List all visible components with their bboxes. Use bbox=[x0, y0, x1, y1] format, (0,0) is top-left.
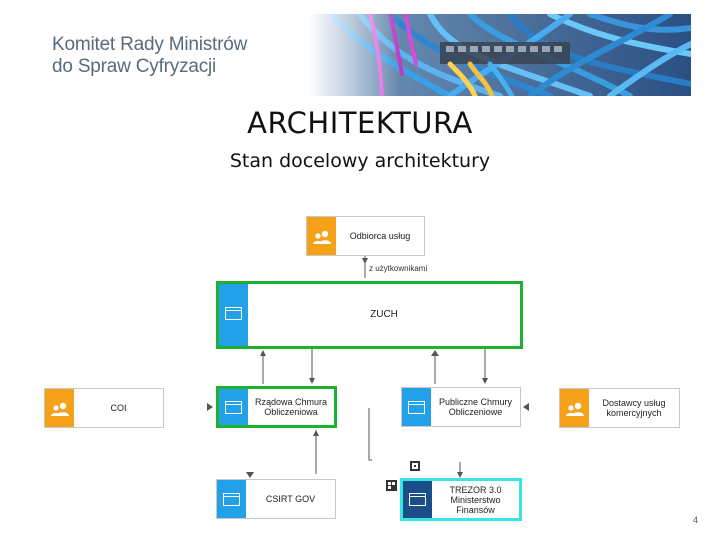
node-label: COI bbox=[110, 403, 127, 413]
node-label: Rządowa Chmura Obliczeniowa bbox=[254, 397, 328, 417]
node-label: Odbiorca usług bbox=[349, 231, 411, 241]
node-csirt-gov[interactable]: CSIRT GOV bbox=[216, 479, 336, 519]
node-trezor-strip bbox=[403, 481, 432, 518]
node-label: Dostawcy usług komercyjnych bbox=[602, 398, 666, 418]
node-coi-strip bbox=[45, 389, 74, 427]
arrowhead-zuch-up-right bbox=[431, 350, 439, 356]
arrowhead-csirt-down bbox=[246, 472, 254, 478]
arrowhead-rzadowa-down bbox=[309, 378, 315, 384]
node-dostawcy-strip bbox=[560, 389, 589, 427]
arrowhead-publiczne-right-in bbox=[523, 403, 529, 411]
node-zuch[interactable]: ZUCH bbox=[216, 281, 523, 349]
window-icon bbox=[223, 493, 240, 506]
node-trezor[interactable]: TREZOR 3.0 Ministerstwo Finansów bbox=[400, 478, 522, 521]
arrowhead-odbiorca bbox=[362, 258, 368, 264]
users-icon bbox=[51, 402, 69, 416]
edge-label-users: z użytkownikami bbox=[369, 264, 428, 273]
users-icon bbox=[566, 402, 584, 416]
node-label: CSIRT GOV bbox=[265, 494, 316, 504]
node-odbiorca-uslug[interactable]: Odbiorca usług bbox=[306, 216, 425, 256]
arrowhead-rzadowa-left-in bbox=[207, 403, 213, 411]
node-coi[interactable]: COI bbox=[44, 388, 164, 428]
node-publiczne-strip bbox=[402, 388, 431, 426]
page-number: 4 bbox=[693, 515, 699, 525]
node-rzadowa-chmura[interactable]: Rządowa Chmura Obliczeniowa bbox=[216, 386, 337, 428]
arrowhead-zuch-up-left bbox=[260, 350, 266, 356]
window-icon bbox=[408, 401, 425, 414]
users-icon bbox=[313, 230, 331, 244]
node-label: ZUCH bbox=[370, 309, 398, 320]
arrowhead-publiczne-down bbox=[482, 378, 488, 384]
node-odbiorca-strip bbox=[307, 217, 336, 255]
node-csirt-strip bbox=[217, 480, 246, 518]
connector-rzadowa-trezor bbox=[368, 408, 372, 461]
arrowhead-rzadowa-up bbox=[313, 430, 319, 436]
node-label: Publiczne Chmury Obliczeniowe bbox=[438, 397, 513, 417]
node-dostawcy-uslug[interactable]: Dostawcy usług komercyjnych bbox=[559, 388, 680, 428]
node-rzadowa-strip bbox=[219, 389, 248, 425]
diagram-connectors bbox=[207, 256, 529, 491]
window-icon bbox=[225, 401, 242, 414]
window-icon bbox=[225, 307, 242, 320]
window-icon bbox=[409, 493, 426, 506]
node-zuch-strip bbox=[219, 284, 248, 346]
node-publiczne-chmury[interactable]: Publiczne Chmury Obliczeniowe bbox=[401, 387, 521, 427]
node-label: TREZOR 3.0 Ministerstwo Finansów bbox=[449, 484, 502, 515]
